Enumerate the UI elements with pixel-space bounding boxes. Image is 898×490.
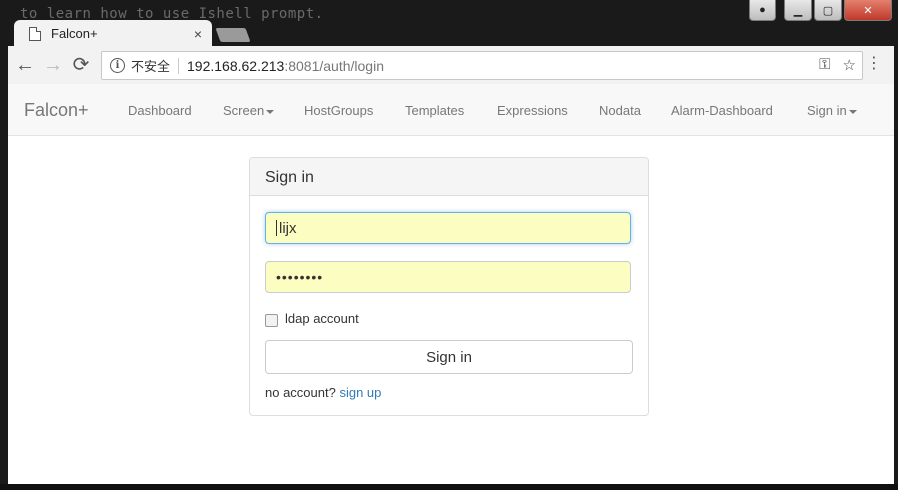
nav-sign-in-label: Sign in [807,103,847,118]
url-text[interactable]: 192.168.62.213:8081/auth/login [187,58,384,74]
login-title: Sign in [265,169,314,186]
address-bar[interactable]: i 不安全 192.168.62.213:8081/auth/login ⚿ ☆ [101,51,863,80]
site-navbar: Falcon+ Dashboard Screen HostGroups Temp… [8,84,894,136]
maximize-button[interactable]: ▢ [814,0,842,21]
ldap-checkbox[interactable] [265,314,278,327]
login-panel-heading: Sign in [250,158,648,196]
username-input[interactable]: lijx [265,212,631,244]
no-account-text: no account? [265,385,336,400]
forward-icon[interactable]: → [42,54,64,76]
page-content: Falcon+ Dashboard Screen HostGroups Temp… [8,84,894,484]
url-path: :8081/auth/login [284,57,384,74]
sign-in-button[interactable]: Sign in [265,340,633,374]
minimize-icon: ▁ [793,4,803,17]
tab-title: Falcon+ [51,26,98,41]
nav-dashboard[interactable]: Dashboard [128,103,192,118]
back-icon[interactable]: ← [14,54,36,76]
window-left-border [0,46,8,484]
username-value: lijx [279,219,297,237]
password-input[interactable]: •••••••• [265,261,631,293]
window-controls: ● ▁ ▢ ✕ [749,0,892,21]
new-tab-button[interactable] [215,28,251,42]
nav-templates[interactable]: Templates [405,103,464,118]
browser-window: to learn how to use Ishell prompt. ● ▁ ▢… [0,0,898,490]
user-icon: ● [759,4,766,16]
info-icon[interactable]: i [110,58,125,73]
close-window-button[interactable]: ✕ [844,0,892,21]
window-bottom-border [0,484,898,490]
omnibox-actions: ⚿ ☆ [819,56,856,74]
minimize-button[interactable]: ▁ [784,0,812,21]
user-profile-button[interactable]: ● [749,0,776,21]
close-icon: ✕ [863,4,873,17]
maximize-icon: ▢ [822,4,834,17]
nav-sign-in[interactable]: Sign in [807,103,857,118]
security-status[interactable]: 不安全 [131,56,170,75]
star-icon[interactable]: ☆ [843,56,856,74]
browser-toolbar: ← → ⟳ i 不安全 192.168.62.213:8081/auth/log… [8,46,896,84]
caret-down-icon [848,109,857,114]
caret-down-icon [266,109,275,114]
ldap-label[interactable]: ldap account [285,311,359,326]
reload-icon[interactable]: ⟳ [70,54,92,76]
browser-menu-icon[interactable]: ⋮ [866,56,882,72]
login-panel: Sign in lijx •••••••• ldap account Sign … [249,157,649,416]
key-icon[interactable]: ⚿ [819,56,830,74]
password-value: •••••••• [276,269,324,285]
browser-tab[interactable]: Falcon+ × [14,20,212,47]
omnibox-divider [178,57,180,74]
sign-up-link[interactable]: sign up [339,385,381,400]
page-icon [29,26,41,41]
nav-alarm-dashboard[interactable]: Alarm-Dashboard [671,103,773,118]
brand-logo[interactable]: Falcon+ [24,100,89,121]
signup-prompt: no account? sign up [265,385,381,400]
nav-expressions[interactable]: Expressions [497,103,568,118]
url-host: 192.168.62.213 [187,57,285,74]
tab-close-icon[interactable]: × [194,26,202,42]
nav-screen-label: Screen [223,103,265,118]
nav-screen[interactable]: Screen [223,103,275,118]
nav-hostgroups[interactable]: HostGroups [304,103,373,118]
text-cursor [276,220,277,236]
nav-nodata[interactable]: Nodata [599,103,641,118]
window-right-border [894,46,898,484]
